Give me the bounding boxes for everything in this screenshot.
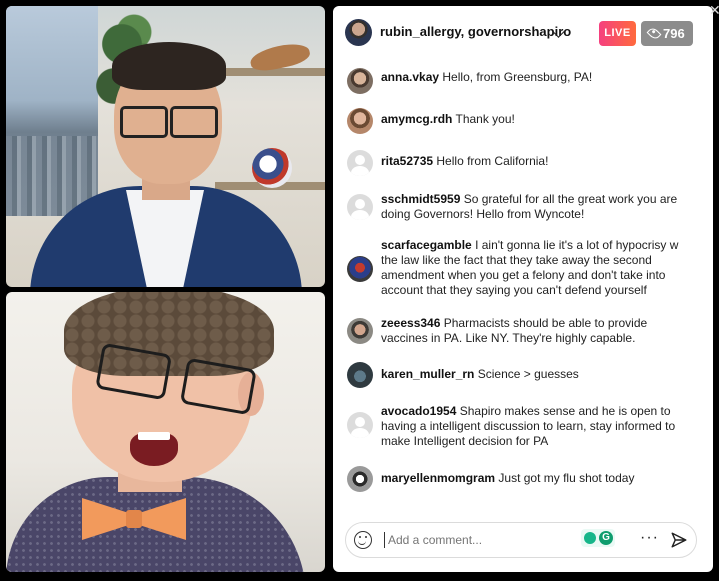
comment-username[interactable]: amymcg.rdh bbox=[381, 112, 452, 126]
comment-username[interactable]: rita52735 bbox=[381, 154, 433, 168]
live-badge: LIVE bbox=[599, 21, 636, 46]
video-feed-rubin-allergy bbox=[6, 292, 325, 572]
host-avatar[interactable] bbox=[345, 19, 372, 46]
grammarly-extension-icon[interactable]: G bbox=[581, 529, 615, 547]
comment-text: Just got my flu shot today bbox=[498, 471, 635, 485]
avatar[interactable] bbox=[347, 466, 373, 492]
comment-text: Hello, from Greensburg, PA! bbox=[442, 70, 593, 84]
live-header: rubin_allergy, governorshapiro LIVE 796 bbox=[333, 6, 713, 56]
comment-text: Hello from California! bbox=[436, 154, 549, 168]
more-options-button[interactable]: ··· bbox=[640, 529, 659, 547]
office-window bbox=[6, 6, 98, 216]
avatar[interactable] bbox=[347, 194, 373, 220]
comment-username[interactable]: scarfacegamble bbox=[381, 238, 472, 252]
comment-input-bar: G ··· bbox=[345, 522, 697, 558]
avatar[interactable] bbox=[347, 150, 373, 176]
bow-tie bbox=[82, 498, 186, 540]
eye-icon bbox=[646, 26, 662, 41]
emoji-icon[interactable] bbox=[354, 531, 372, 549]
glasses bbox=[120, 106, 218, 138]
comment-username[interactable]: anna.vkay bbox=[381, 70, 439, 84]
comment-username[interactable]: karen_muller_rn bbox=[381, 367, 474, 381]
avatar[interactable] bbox=[347, 412, 373, 438]
avatar[interactable] bbox=[347, 362, 373, 388]
live-title[interactable]: rubin_allergy, governorshapiro bbox=[380, 24, 571, 39]
send-icon[interactable] bbox=[670, 531, 688, 549]
avatar[interactable] bbox=[347, 108, 373, 134]
teeth bbox=[138, 432, 170, 440]
comment-input[interactable] bbox=[386, 529, 580, 551]
comment-username[interactable]: avocado1954 bbox=[381, 404, 456, 418]
comment-username[interactable]: sschmidt5959 bbox=[381, 192, 460, 206]
avatar[interactable] bbox=[347, 256, 373, 282]
viewer-count-badge[interactable]: 796 bbox=[641, 21, 693, 46]
text-cursor bbox=[384, 532, 385, 548]
grammarly-g-icon: G bbox=[599, 531, 613, 545]
live-chat-panel: rubin_allergy, governorshapiro LIVE 796 … bbox=[333, 6, 713, 572]
comment-username[interactable]: zeeess346 bbox=[381, 316, 440, 330]
video-feed-governorshapiro bbox=[6, 6, 325, 287]
comment-text: Thank you! bbox=[455, 112, 515, 126]
decorative-ball bbox=[252, 148, 292, 188]
avatar[interactable] bbox=[347, 68, 373, 94]
avatar[interactable] bbox=[347, 318, 373, 344]
close-icon[interactable]: ✕ bbox=[709, 2, 719, 19]
comment-text: Science > guesses bbox=[477, 367, 579, 381]
comment-username[interactable]: maryellenmomgram bbox=[381, 471, 495, 485]
viewer-count: 796 bbox=[663, 26, 685, 41]
hair bbox=[112, 42, 226, 90]
grammarly-dot-icon bbox=[584, 532, 596, 544]
